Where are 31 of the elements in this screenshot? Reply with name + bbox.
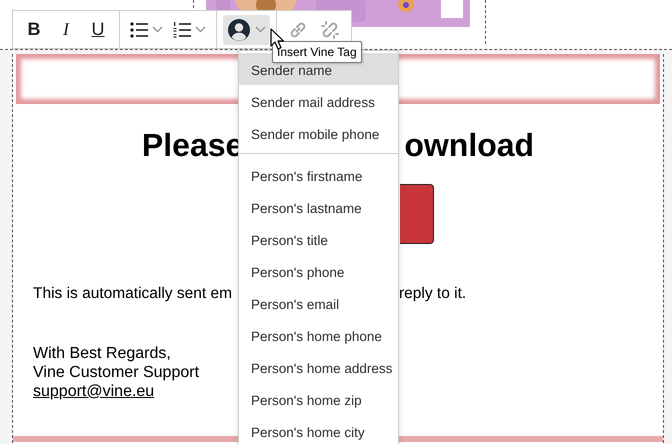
signature-text: Vine Customer Support bbox=[33, 362, 200, 382]
person-icon bbox=[227, 18, 251, 42]
menu-item[interactable]: Person's title bbox=[239, 223, 398, 255]
menu-item[interactable]: Person's email bbox=[239, 287, 398, 319]
insert-tag-button[interactable] bbox=[223, 14, 270, 44]
menu-item[interactable]: Sender mail address bbox=[239, 85, 398, 117]
body-text: reply to it. bbox=[399, 284, 468, 304]
email-link[interactable]: support@vine.eu bbox=[33, 382, 154, 400]
menu-item[interactable]: Sender mobile phone bbox=[239, 117, 398, 149]
numbered-list-icon bbox=[173, 22, 191, 38]
menu-item[interactable]: Person's phone bbox=[239, 255, 398, 287]
bold-button[interactable]: B bbox=[19, 14, 49, 44]
heading-text: ownload bbox=[404, 126, 534, 164]
button-shape bbox=[400, 184, 434, 244]
body-text: This is automatically sent em bbox=[33, 284, 233, 304]
underline-button[interactable]: U bbox=[83, 14, 113, 44]
signature-text: With Best Regards, bbox=[33, 344, 171, 363]
italic-button[interactable]: I bbox=[51, 14, 81, 44]
menu-item[interactable]: Person's home address bbox=[239, 351, 398, 383]
unlink-icon bbox=[320, 20, 340, 40]
tooltip: Insert Vine Tag bbox=[272, 41, 362, 63]
menu-item[interactable]: Person's home zip bbox=[239, 383, 398, 415]
menu-item[interactable]: Person's home phone bbox=[239, 319, 398, 351]
caret-icon bbox=[195, 26, 206, 33]
menu-item[interactable]: Person's home city bbox=[239, 415, 398, 444]
menu-item[interactable]: Person's firstname bbox=[239, 159, 398, 191]
caret-icon bbox=[255, 26, 266, 33]
menu-item[interactable]: Person's lastname bbox=[239, 191, 398, 223]
bullet-list-icon bbox=[130, 22, 148, 38]
caret-icon bbox=[152, 26, 163, 33]
link-icon bbox=[288, 20, 308, 40]
